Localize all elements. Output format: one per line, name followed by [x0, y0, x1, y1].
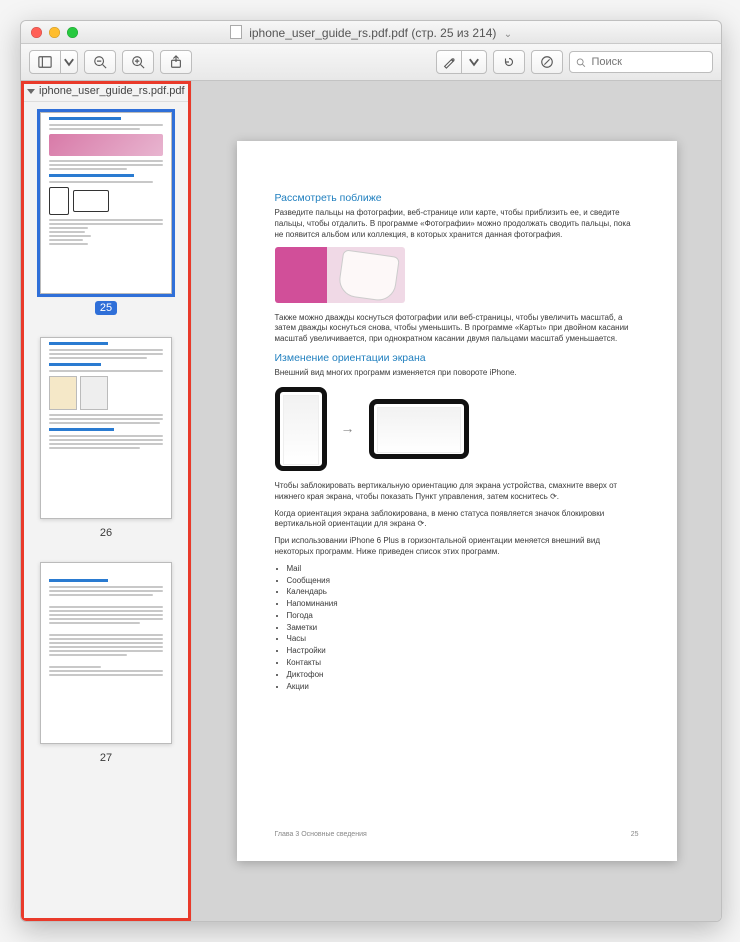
thumbnail-label: 25 — [95, 301, 117, 315]
share-button[interactable] — [160, 50, 192, 74]
thumbnail-list[interactable]: 25 — [21, 102, 191, 921]
list-item: Часы — [287, 634, 639, 645]
section-heading-2: Изменение ориентации экрана — [275, 351, 639, 365]
phone-landscape-icon — [369, 399, 469, 459]
document-icon — [230, 25, 242, 39]
paragraph: Чтобы заблокировать вертикальную ориента… — [275, 481, 639, 503]
titlebar: iphone_user_guide_rs.pdf.pdf (стр. 25 из… — [21, 21, 721, 44]
paragraph: Внешний вид многих программ изменяется п… — [275, 368, 639, 379]
list-item: Настройки — [287, 646, 639, 657]
fullscreen-button[interactable] — [67, 27, 78, 38]
chevron-down-icon: ⌄ — [504, 29, 512, 40]
highlight-button[interactable] — [436, 50, 462, 74]
zoom-in-button[interactable] — [122, 50, 154, 74]
rotate-button[interactable] — [493, 50, 525, 74]
thumbnail-label: 26 — [95, 526, 117, 540]
title-page-info: (стр. 25 из 214) — [411, 26, 496, 40]
sidebar-view-button[interactable] — [29, 50, 61, 74]
rotation-illustration: → — [275, 387, 639, 471]
app-list: Mail Сообщения Календарь Напоминания Пог… — [275, 564, 639, 693]
thumbnail-page — [40, 337, 172, 519]
view-mode-group — [29, 50, 78, 74]
thumbnail-26[interactable]: 26 — [35, 337, 177, 540]
list-item: Mail — [287, 564, 639, 575]
thumbnail-27[interactable]: 27 — [35, 562, 177, 765]
page-footer: Глава 3 Основные сведения 25 — [275, 830, 639, 839]
thumbnail-page — [40, 562, 172, 744]
pinch-gesture-illustration — [275, 247, 405, 303]
list-item: Календарь — [287, 587, 639, 598]
annotate-button[interactable] — [531, 50, 563, 74]
list-item: Диктофон — [287, 670, 639, 681]
paragraph: При использовании iPhone 6 Plus в горизо… — [275, 536, 639, 558]
search-icon — [576, 57, 586, 68]
list-item: Контакты — [287, 658, 639, 669]
paragraph: Когда ориентация экрана заблокирована, в… — [275, 509, 639, 531]
list-item: Погода — [287, 611, 639, 622]
footer-chapter: Глава 3 Основные сведения — [275, 830, 367, 839]
sidebar-filename: iphone_user_guide_rs.pdf.pdf — [39, 85, 185, 97]
arrow-icon: → — [341, 419, 355, 438]
app-window: iphone_user_guide_rs.pdf.pdf (стр. 25 из… — [20, 20, 722, 922]
paragraph: Разведите пальцы на фотографии, веб-стра… — [275, 208, 639, 240]
close-button[interactable] — [31, 27, 42, 38]
title-filename: iphone_user_guide_rs.pdf.pdf — [249, 26, 408, 40]
pdf-page: Рассмотреть поближе Разведите пальцы на … — [237, 141, 677, 861]
search-input[interactable] — [590, 55, 706, 69]
document-view[interactable]: ЯБЛЫК Рассмотреть поближе Разведите паль… — [192, 81, 721, 921]
thumbnail-25[interactable]: 25 — [35, 112, 177, 315]
view-dropdown-button[interactable] — [60, 50, 78, 74]
search-field[interactable] — [569, 51, 713, 73]
zoom-out-button[interactable] — [84, 50, 116, 74]
window-controls — [21, 27, 78, 38]
window-title[interactable]: iphone_user_guide_rs.pdf.pdf (стр. 25 из… — [21, 25, 721, 40]
thumbnail-page — [40, 112, 172, 294]
footer-page-number: 25 — [631, 830, 639, 839]
minimize-button[interactable] — [49, 27, 60, 38]
list-item: Сообщения — [287, 576, 639, 587]
highlight-dropdown-button[interactable] — [461, 50, 487, 74]
thumbnail-sidebar: iphone_user_guide_rs.pdf.pdf — [21, 81, 192, 921]
sidebar-file-header[interactable]: iphone_user_guide_rs.pdf.pdf — [21, 81, 191, 102]
toolbar — [21, 44, 721, 81]
content-body: iphone_user_guide_rs.pdf.pdf — [21, 81, 721, 921]
list-item: Заметки — [287, 623, 639, 634]
list-item: Напоминания — [287, 599, 639, 610]
disclosure-triangle-icon — [27, 89, 35, 94]
thumbnail-label: 27 — [95, 751, 117, 765]
section-heading-1: Рассмотреть поближе — [275, 191, 639, 205]
markup-group — [436, 50, 487, 74]
list-item: Акции — [287, 682, 639, 693]
paragraph: Также можно дважды коснуться фотографии … — [275, 313, 639, 345]
phone-portrait-icon — [275, 387, 327, 471]
